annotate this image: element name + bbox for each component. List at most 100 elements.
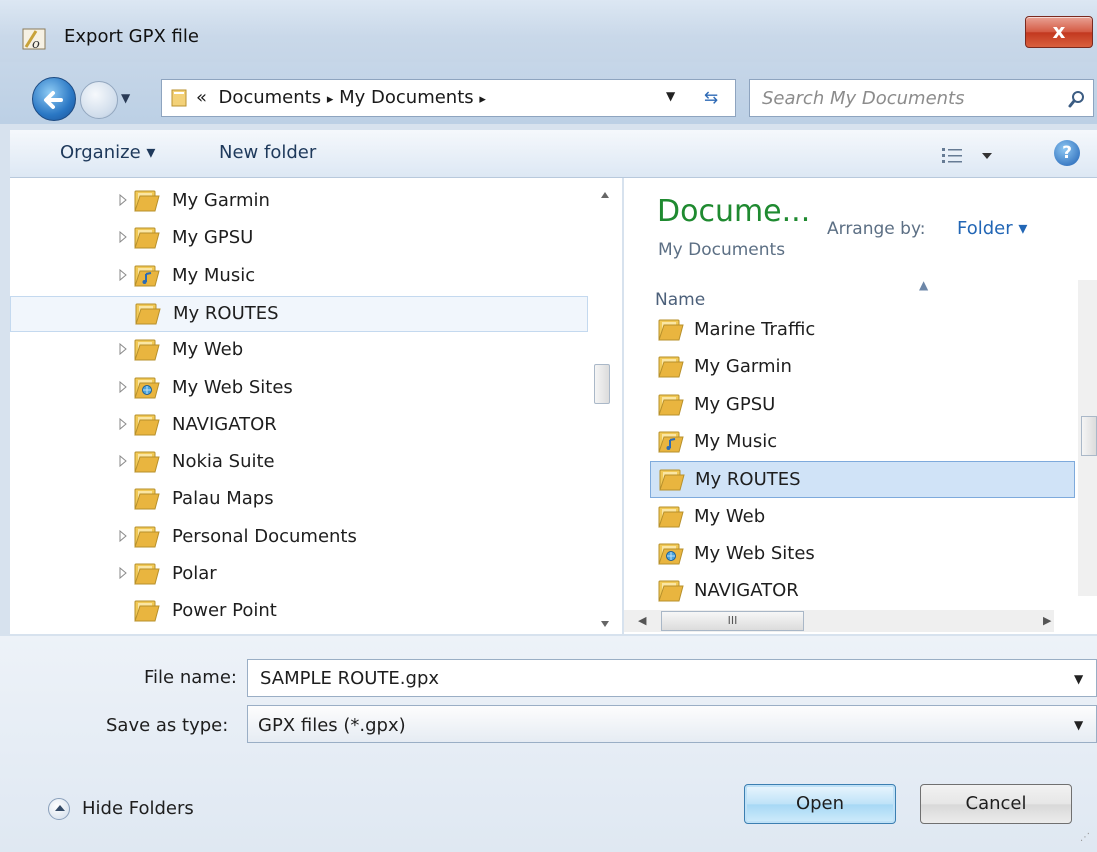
folder-tree-item[interactable]: Nokia Suite — [10, 445, 588, 481]
resize-grip[interactable]: ⋰ — [1080, 832, 1090, 843]
folder-tree-label: My Garmin — [172, 190, 270, 211]
navigation-scroll-thumb[interactable] — [594, 364, 610, 404]
open-button[interactable]: Open — [744, 784, 896, 824]
music-folder-icon — [658, 431, 684, 453]
library-title: Docume... — [657, 194, 811, 229]
forward-button[interactable] — [80, 81, 118, 119]
file-list-label: My Web Sites — [694, 542, 815, 564]
address-bar[interactable]: « Documents ▸ My Documents ▸ — [161, 79, 736, 117]
file-list-label: My Web — [694, 505, 766, 527]
folder-icon — [134, 600, 160, 622]
svg-text:o: o — [32, 37, 40, 51]
scroll-left-icon[interactable]: ◀ — [638, 614, 646, 627]
folder-tree-label: NAVIGATOR — [172, 413, 277, 435]
folder-tree-item[interactable]: My Garmin — [10, 184, 588, 220]
file-list-item[interactable]: My Music — [650, 424, 1075, 461]
expand-arrow-icon[interactable] — [118, 380, 128, 394]
arrange-by-dropdown[interactable]: Folder ▾ — [957, 218, 1027, 239]
expand-arrow-icon[interactable] — [118, 417, 128, 431]
folder-icon — [658, 394, 684, 416]
folder-tree-item[interactable]: Palau Maps — [10, 482, 588, 518]
breadcrumb: « Documents ▸ My Documents ▸ — [196, 87, 486, 108]
file-list-scroll-thumb[interactable] — [1081, 416, 1097, 456]
save-as-type-value: GPX files (*.gpx) — [258, 715, 406, 736]
breadcrumb-separator[interactable]: ▸ — [479, 92, 486, 107]
file-list-item[interactable]: My ROUTES — [650, 461, 1075, 499]
folder-tree-label: My Music — [172, 264, 256, 286]
file-list-item[interactable]: NAVIGATOR — [650, 573, 1075, 610]
expand-arrow-icon[interactable] — [118, 230, 128, 244]
folder-icon — [658, 506, 684, 527]
file-name-input[interactable] — [247, 659, 1097, 697]
expand-arrow-icon[interactable] — [118, 529, 128, 543]
breadcrumb-separator[interactable]: ▸ — [327, 92, 334, 107]
expand-arrow-icon[interactable] — [118, 566, 128, 580]
cancel-button[interactable]: Cancel — [920, 784, 1072, 824]
expand-arrow-icon[interactable] — [118, 454, 128, 468]
file-list-label: My GPSU — [694, 393, 776, 415]
folder-tree-item[interactable]: Personal Documents — [10, 520, 588, 556]
folder-icon — [171, 89, 187, 107]
column-header-name[interactable]: Name — [655, 290, 705, 310]
expand-arrow-icon[interactable] — [118, 268, 128, 282]
scroll-right-icon[interactable]: ▶ — [1043, 614, 1051, 627]
library-subtitle: My Documents — [658, 240, 786, 260]
sort-ascending-icon: ▲ — [919, 278, 929, 292]
breadcrumb-overflow[interactable]: « — [196, 87, 207, 108]
folder-tree-item[interactable]: My Web Sites — [10, 371, 588, 407]
search-icon[interactable] — [1067, 89, 1087, 109]
folder-icon — [134, 526, 160, 548]
folder-icon — [134, 190, 160, 212]
folder-tree-item[interactable]: My ROUTES — [10, 295, 588, 332]
web-folder-icon — [134, 377, 160, 398]
folder-icon — [134, 227, 160, 249]
hide-folders-button[interactable]: Hide Folders — [48, 794, 218, 824]
address-dropdown-icon[interactable]: ▼ — [666, 89, 675, 103]
folder-icon — [134, 451, 160, 473]
folder-tree-item[interactable]: My Web — [10, 333, 588, 369]
organize-button[interactable]: Organize ▾ — [60, 142, 155, 163]
history-dropdown-icon[interactable]: ▼ — [121, 91, 130, 105]
folder-icon — [134, 563, 160, 585]
help-icon[interactable]: ? — [1054, 140, 1080, 166]
file-list-item[interactable]: My Web — [650, 499, 1075, 536]
file-name-label: File name: — [144, 667, 237, 688]
folder-icon — [659, 469, 685, 491]
save-as-type-select[interactable]: GPX files (*.gpx) — [247, 705, 1097, 743]
folder-tree-item[interactable]: Power Point — [10, 594, 588, 630]
file-list-item[interactable]: Marine Traffic — [650, 312, 1075, 349]
breadcrumb-documents[interactable]: Documents — [218, 87, 321, 108]
hide-folders-label: Hide Folders — [82, 798, 194, 819]
breadcrumb-my-documents[interactable]: My Documents — [339, 87, 474, 108]
search-input[interactable]: Search My Documents — [762, 88, 965, 109]
navigation-pane-scrollbar[interactable] — [588, 178, 622, 634]
folder-tree-item[interactable]: NAVIGATOR — [10, 408, 588, 444]
expand-arrow-icon[interactable] — [118, 342, 128, 356]
expand-arrow-icon[interactable] — [118, 193, 128, 207]
navigation-pane[interactable]: My Garmin My GPSU My Music My ROUTES My Web M… — [10, 178, 622, 634]
new-folder-button[interactable]: New folder — [219, 142, 316, 163]
folder-icon — [134, 488, 160, 510]
file-list-item[interactable]: My Web Sites — [650, 536, 1075, 573]
save-as-type-dropdown-icon[interactable]: ▼ — [1074, 718, 1083, 732]
folder-tree-label: Nokia Suite — [172, 451, 275, 473]
folder-tree-item[interactable]: My GPSU — [10, 221, 588, 257]
save-as-type-label: Save as type: — [106, 715, 229, 736]
search-box[interactable]: Search My Documents — [749, 79, 1094, 117]
folder-tree-label: My GPSU — [172, 227, 254, 249]
refresh-icon[interactable]: ⇆ — [694, 83, 728, 113]
file-name-dropdown-icon[interactable]: ▼ — [1074, 672, 1083, 686]
folder-tree-label: My Web — [172, 339, 244, 361]
back-button[interactable] — [32, 77, 76, 121]
horizontal-scroll-thumb[interactable]: III — [661, 611, 804, 631]
file-list-item[interactable]: My GPSU — [650, 387, 1075, 424]
folder-tree-item[interactable]: My Music — [10, 259, 588, 295]
window-title: Export GPX file — [64, 26, 199, 47]
folder-tree-label: Power Point — [172, 600, 277, 622]
close-button[interactable]: x — [1025, 16, 1093, 48]
folder-tree-label: Polar — [172, 563, 217, 584]
folder-tree-item[interactable]: Polar — [10, 557, 588, 593]
command-bar — [10, 130, 1097, 178]
file-list-item[interactable]: My Garmin — [650, 349, 1075, 386]
change-view-icon[interactable] — [940, 142, 1004, 168]
